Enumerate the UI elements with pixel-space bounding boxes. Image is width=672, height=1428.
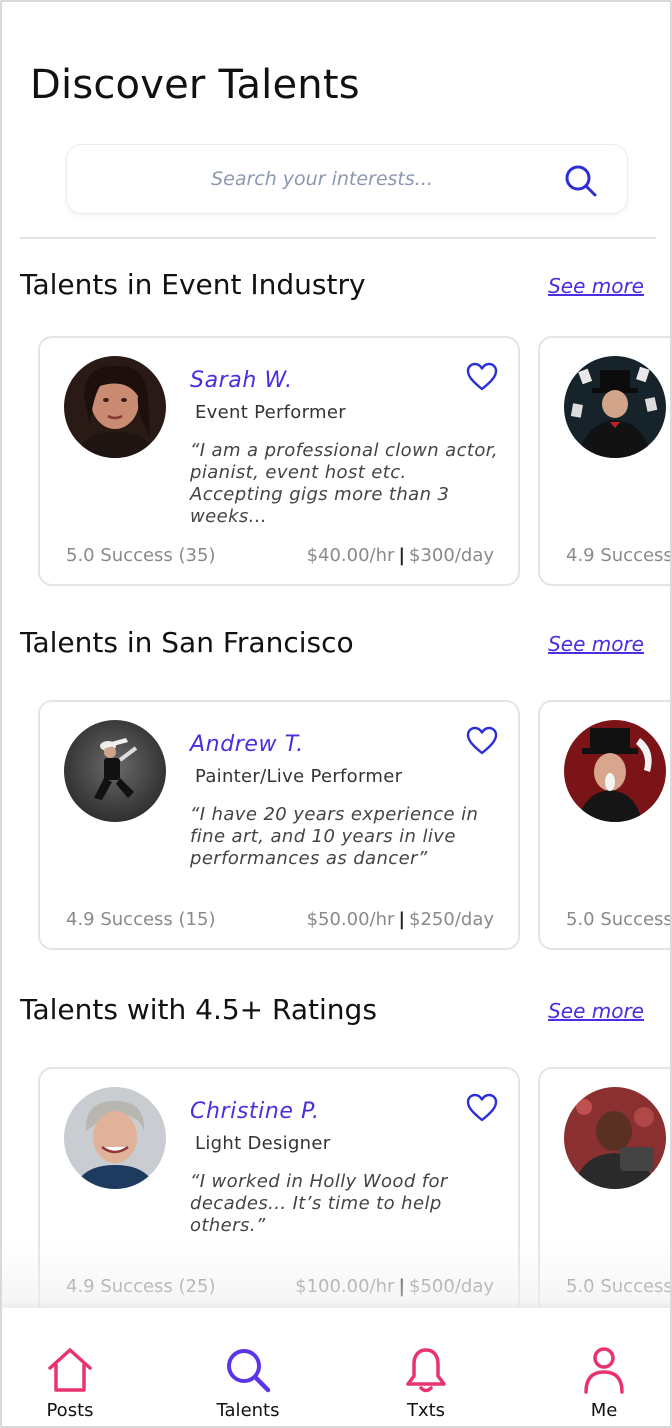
search-input[interactable] [87, 145, 557, 213]
section-title-san-francisco: Talents in San Francisco [20, 626, 354, 659]
nav-item-me[interactable]: Me [544, 1308, 664, 1426]
avatar [64, 720, 166, 822]
search-icon[interactable] [563, 163, 599, 199]
nav-item-talents[interactable]: Talents [188, 1308, 308, 1426]
hourly-rate: $50.00/hr [306, 909, 395, 930]
daily-rate: $300/day [409, 545, 494, 566]
page-title: Discover Talents [30, 62, 360, 108]
talent-card-peek[interactable]: 5.0 Success [538, 1067, 672, 1317]
rate-separator: | [398, 909, 406, 930]
daily-rate: $250/day [409, 909, 494, 930]
see-more-link[interactable]: See more [548, 999, 644, 1023]
hourly-rate: $100.00/hr [295, 1276, 395, 1297]
app-screen: Discover Talents Talents in Event Indust… [0, 0, 672, 1428]
talent-role: Painter/Live Performer [195, 766, 403, 787]
section-title-event-industry: Talents in Event Industry [20, 268, 366, 301]
avatar [564, 720, 666, 822]
avatar [564, 1087, 666, 1189]
section-title-top-rated: Talents with 4.5+ Ratings [20, 993, 377, 1026]
talent-card[interactable]: Sarah W. Event Performer “I am a profess… [38, 336, 520, 586]
search-bar[interactable] [66, 144, 628, 214]
talent-card-peek[interactable]: 4.9 Success [538, 336, 672, 586]
talent-quote: “I have 20 years experience in fine art,… [190, 804, 479, 869]
nav-label-txts: Txts [406, 1400, 446, 1421]
talent-role: Light Designer [195, 1133, 331, 1154]
see-more-link[interactable]: See more [548, 274, 644, 298]
user-icon [584, 1347, 624, 1394]
nav-label-me: Me [590, 1400, 618, 1421]
success-rating: 4.9 Success (25) [66, 1276, 216, 1297]
success-rating: 5.0 Success [566, 909, 672, 930]
talent-quote: “I am a professional clown actor, pianis… [190, 440, 499, 527]
bottom-nav: Posts Talents Txts Me [2, 1308, 670, 1426]
price-rate: $40.00/hr | $300/day [307, 545, 494, 566]
talent-card[interactable]: Andrew T. Painter/Live Performer “I have… [38, 700, 520, 950]
daily-rate: $500/day [409, 1276, 494, 1297]
heart-icon[interactable] [466, 362, 498, 392]
success-rating: 4.9 Success [566, 545, 672, 566]
talent-quote: “I worked in Holly Wood for decades... I… [190, 1171, 448, 1236]
talent-card-peek[interactable]: 5.0 Success [538, 700, 672, 950]
see-more-link[interactable]: See more [548, 632, 644, 656]
avatar [64, 1087, 166, 1189]
talent-card[interactable]: Christine P. Light Designer “I worked in… [38, 1067, 520, 1317]
talent-role: Event Performer [195, 402, 346, 423]
bell-icon [406, 1348, 446, 1393]
rate-separator: | [398, 545, 406, 566]
success-rating: 4.9 Success (15) [66, 909, 216, 930]
nav-item-posts[interactable]: Posts [10, 1308, 130, 1426]
talent-name[interactable]: Christine P. [190, 1099, 320, 1124]
success-rating: 5.0 Success (35) [66, 545, 216, 566]
heart-icon[interactable] [466, 726, 498, 756]
search-icon [227, 1349, 271, 1393]
avatar [64, 356, 166, 458]
home-icon [48, 1348, 92, 1392]
hourly-rate: $40.00/hr [306, 545, 395, 566]
heart-icon[interactable] [466, 1093, 498, 1123]
divider [20, 237, 656, 239]
avatar [564, 356, 666, 458]
success-rating: 5.0 Success [566, 1276, 672, 1297]
talent-name[interactable]: Sarah W. [190, 368, 293, 393]
nav-label-talents: Talents [216, 1400, 280, 1421]
price-rate: $50.00/hr | $250/day [307, 909, 494, 930]
talent-name[interactable]: Andrew T. [190, 732, 304, 757]
nav-item-txts[interactable]: Txts [366, 1308, 486, 1426]
nav-label-posts: Posts [46, 1400, 94, 1421]
price-rate: $100.00/hr | $500/day [295, 1276, 494, 1297]
rate-separator: | [398, 1276, 406, 1297]
